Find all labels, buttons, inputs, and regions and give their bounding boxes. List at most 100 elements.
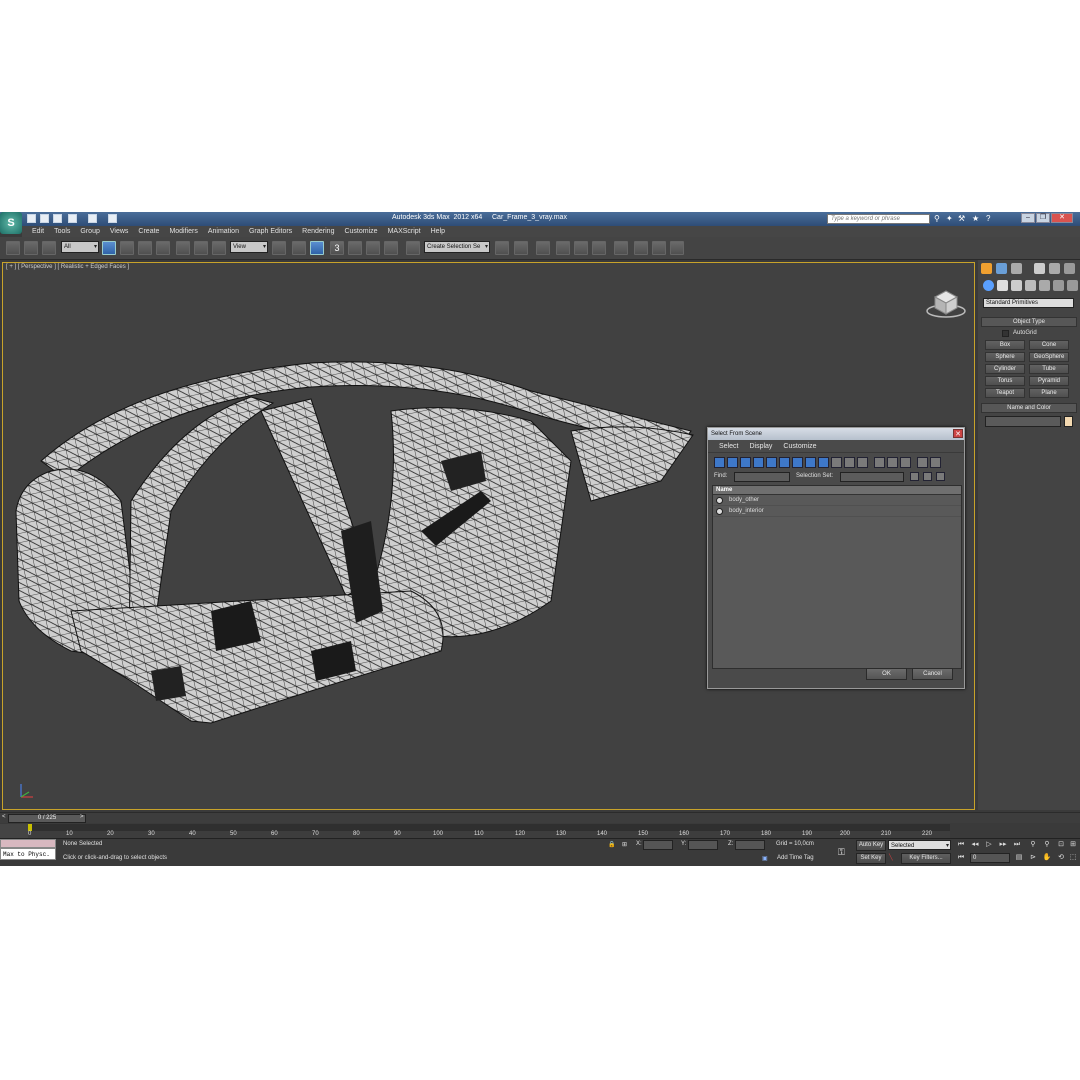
sphere-button[interactable]: Sphere bbox=[985, 352, 1025, 362]
motion-tab-icon[interactable] bbox=[1034, 263, 1045, 274]
render-setup-icon[interactable] bbox=[634, 241, 648, 255]
select-all-icon[interactable] bbox=[874, 457, 885, 468]
torus-button[interactable]: Torus bbox=[985, 376, 1025, 386]
cameras-icon[interactable] bbox=[1025, 280, 1036, 291]
viewport-label[interactable]: [ + ] [ Perspective ] [ Realistic + Edge… bbox=[6, 264, 129, 270]
hierarchy-tab-icon[interactable] bbox=[1011, 263, 1022, 274]
favorites-star-icon[interactable]: ★ bbox=[972, 214, 979, 223]
menu-animation[interactable]: Animation bbox=[208, 228, 239, 235]
select-and-link-icon[interactable] bbox=[6, 241, 20, 255]
track-bar[interactable]: 0 10 20 30 40 50 60 70 80 90 100 110 120… bbox=[28, 824, 950, 838]
name-and-color-rollout-header[interactable]: Name and Color bbox=[981, 403, 1077, 413]
menu-graph-editors[interactable]: Graph Editors bbox=[249, 228, 292, 235]
pan-view-icon[interactable]: ✋ bbox=[1042, 853, 1052, 863]
render-production-teapot-icon[interactable] bbox=[670, 241, 684, 255]
menu-group[interactable]: Group bbox=[80, 228, 99, 235]
find-input[interactable] bbox=[734, 472, 790, 482]
modify-tab-icon[interactable] bbox=[996, 263, 1007, 274]
display-all-icon[interactable] bbox=[831, 457, 842, 468]
keyword-search-input[interactable]: Type a keyword or phrase bbox=[827, 214, 930, 224]
geosphere-button[interactable]: GeoSphere bbox=[1029, 352, 1069, 362]
subscription-icon[interactable]: ✦ bbox=[946, 214, 953, 223]
schematic-view-icon[interactable] bbox=[592, 241, 606, 255]
percent-snap-icon[interactable] bbox=[366, 241, 380, 255]
select-and-scale-icon[interactable] bbox=[212, 241, 226, 255]
undo-icon[interactable] bbox=[68, 214, 77, 223]
maxscript-mini-listener[interactable]: Max to Physc. bbox=[0, 848, 56, 860]
hierarchy-view-icon[interactable] bbox=[923, 472, 932, 481]
key-filters-button[interactable]: Key Filters... bbox=[901, 853, 951, 864]
ok-button[interactable]: OK bbox=[866, 668, 907, 680]
rendered-frame-window-icon[interactable] bbox=[652, 241, 666, 255]
mirror-icon[interactable] bbox=[495, 241, 509, 255]
select-object-icon[interactable] bbox=[102, 241, 116, 255]
edit-named-selection-icon[interactable] bbox=[406, 241, 420, 255]
restore-button[interactable]: ❐ bbox=[1036, 213, 1050, 223]
object-name-input[interactable] bbox=[985, 416, 1061, 427]
menu-help[interactable]: Help bbox=[431, 228, 445, 235]
layer-manager-icon[interactable] bbox=[536, 241, 550, 255]
previous-frame-icon[interactable]: ◂◂ bbox=[970, 840, 980, 850]
add-time-tag[interactable]: Add Time Tag bbox=[777, 855, 814, 861]
minimize-button[interactable]: – bbox=[1021, 213, 1035, 223]
cancel-button[interactable]: Cancel bbox=[912, 668, 953, 680]
box-button[interactable]: Box bbox=[985, 340, 1025, 350]
use-pivot-point-icon[interactable] bbox=[272, 241, 286, 255]
key-mode-toggle-icon[interactable]: ⏮ bbox=[956, 853, 966, 863]
auto-key-button[interactable]: Auto Key bbox=[856, 840, 886, 851]
create-tab-icon[interactable] bbox=[981, 263, 992, 274]
viewcube-icon[interactable] bbox=[925, 285, 967, 319]
filter-funnel-icon[interactable] bbox=[917, 457, 928, 468]
space-warps-icon[interactable] bbox=[1053, 280, 1064, 291]
zoom-extents-all-icon[interactable]: ⊞ bbox=[1068, 840, 1078, 850]
go-to-start-icon[interactable]: ⏮ bbox=[956, 840, 966, 850]
time-configuration-icon[interactable]: ▤ bbox=[1014, 853, 1024, 863]
align-icon[interactable] bbox=[514, 241, 528, 255]
helpers-icon[interactable] bbox=[1039, 280, 1050, 291]
save-file-icon[interactable] bbox=[53, 214, 62, 223]
cone-button[interactable]: Cone bbox=[1029, 340, 1069, 350]
curve-editor-icon[interactable] bbox=[574, 241, 588, 255]
autogrid-checkbox[interactable] bbox=[1002, 330, 1009, 337]
named-selection-set-dropdown[interactable]: Create Selection Se bbox=[424, 241, 490, 253]
field-of-view-icon[interactable]: ⊳ bbox=[1028, 853, 1038, 863]
maxscript-listener-output[interactable] bbox=[0, 839, 56, 848]
time-slider-prev-icon[interactable]: < bbox=[2, 814, 6, 820]
display-xrefs-icon[interactable] bbox=[805, 457, 816, 468]
absolute-mode-icon[interactable]: ⊞ bbox=[622, 841, 627, 848]
new-file-icon[interactable] bbox=[27, 214, 36, 223]
name-column-header[interactable]: Name bbox=[713, 486, 961, 495]
display-helpers-icon[interactable] bbox=[766, 457, 777, 468]
menu-edit[interactable]: Edit bbox=[32, 228, 44, 235]
go-to-end-icon[interactable]: ⏭ bbox=[1012, 840, 1022, 850]
angle-snap-icon[interactable] bbox=[348, 241, 362, 255]
app-logo-icon[interactable]: S bbox=[0, 212, 22, 234]
open-file-icon[interactable] bbox=[40, 214, 49, 223]
invert-display-icon[interactable] bbox=[857, 457, 868, 468]
key-mode-dropdown[interactable]: Selected bbox=[888, 840, 951, 851]
dialog-menu-display[interactable]: Display bbox=[749, 443, 772, 450]
orbit-icon[interactable]: ⟲ bbox=[1056, 853, 1066, 863]
car-frame-wireframe-mesh[interactable] bbox=[11, 351, 701, 731]
pyramid-button[interactable]: Pyramid bbox=[1029, 376, 1069, 386]
zoom-icon[interactable]: ⚲ bbox=[1028, 840, 1038, 850]
display-tab-icon[interactable] bbox=[1049, 263, 1060, 274]
bind-to-space-warp-icon[interactable] bbox=[42, 241, 56, 255]
menu-create[interactable]: Create bbox=[138, 228, 159, 235]
plane-button[interactable]: Plane bbox=[1029, 388, 1069, 398]
binoculars-icon[interactable]: ⚲ bbox=[934, 214, 940, 223]
selection-lock-icon[interactable]: 🔒 bbox=[608, 841, 615, 848]
dialog-title-bar[interactable]: Select From Scene ✕ bbox=[708, 428, 964, 440]
reference-coordinate-dropdown[interactable]: View bbox=[230, 241, 268, 253]
display-bones-icon[interactable] bbox=[818, 457, 829, 468]
perspective-viewport[interactable]: [ + ] [ Perspective ] [ Realistic + Edge… bbox=[2, 262, 975, 810]
play-icon[interactable]: ▷ bbox=[984, 840, 994, 850]
tube-button[interactable]: Tube bbox=[1029, 364, 1069, 374]
current-frame-field[interactable]: 0 bbox=[970, 853, 1010, 863]
utilities-tab-icon[interactable] bbox=[1064, 263, 1075, 274]
material-editor-icon[interactable] bbox=[614, 241, 628, 255]
graphite-modeling-icon[interactable] bbox=[556, 241, 570, 255]
cylinder-button[interactable]: Cylinder bbox=[985, 364, 1025, 374]
zoom-extents-icon[interactable]: ⊡ bbox=[1056, 840, 1066, 850]
display-cameras-icon[interactable] bbox=[753, 457, 764, 468]
